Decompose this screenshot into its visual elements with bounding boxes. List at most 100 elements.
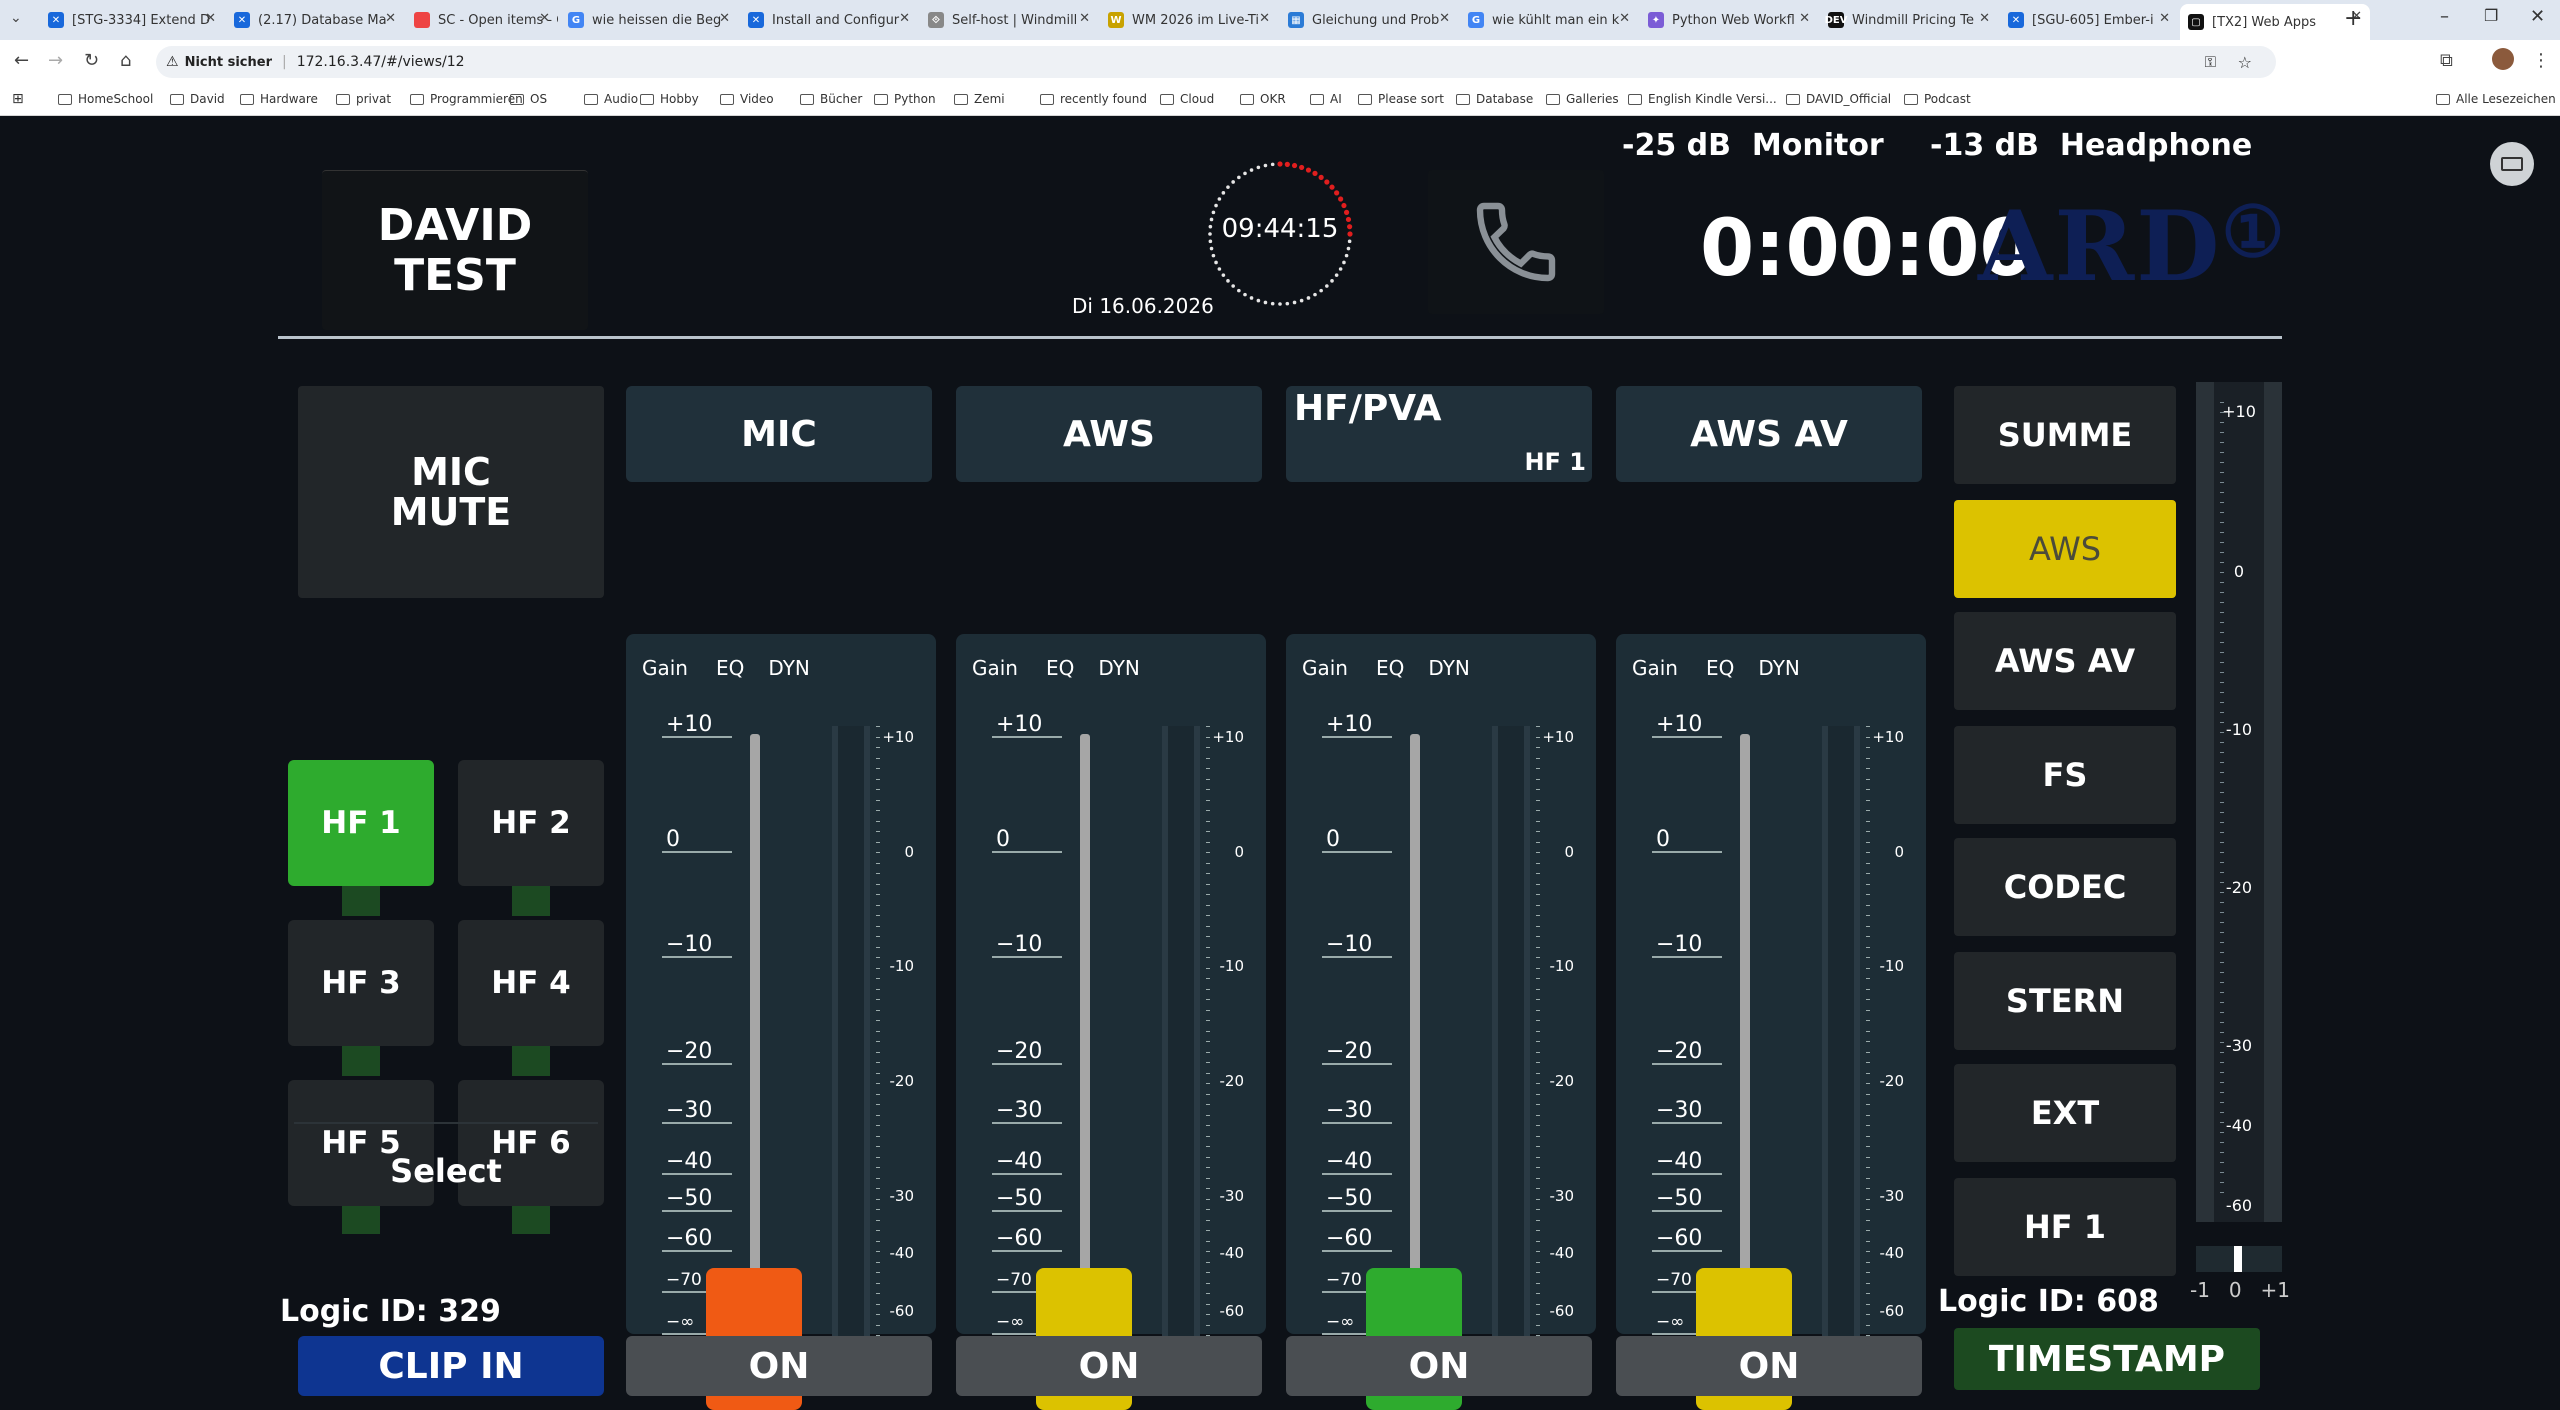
browser-tab[interactable]: ✕ [SGU-605] Ember-i ✕ [2000, 6, 2178, 34]
channel-on-button[interactable]: ON [626, 1336, 932, 1396]
tab-close-icon[interactable]: ✕ [385, 11, 396, 26]
browser-tab[interactable]: ✕ [STG-3334] Extend D ✕ [40, 6, 224, 34]
tab-close-icon[interactable]: ✕ [205, 11, 216, 26]
browser-tab[interactable]: SC - Open items - C ✕ [406, 6, 558, 34]
screen-button[interactable] [2490, 142, 2534, 186]
tab-search-icon[interactable]: ⌄ [10, 10, 22, 26]
all-bookmarks[interactable]: Alle Lesezeichen [2436, 92, 2556, 106]
source-button[interactable]: HF 1 [1954, 1178, 2176, 1276]
strip-tab-gain[interactable]: Gain [972, 656, 1018, 680]
tab-close-icon[interactable]: ✕ [719, 11, 730, 26]
strip-tab-gain[interactable]: Gain [642, 656, 688, 680]
channel-header[interactable]: AWS AV [1616, 386, 1922, 482]
browser-tab[interactable]: Gwie kühlt man ein k ✕ [1460, 6, 1638, 34]
apps-icon[interactable]: ⊞ [12, 91, 24, 107]
maximize-button[interactable]: ❐ [2484, 6, 2498, 25]
strip-tab-eq[interactable]: EQ [1046, 656, 1074, 680]
bookmark-item[interactable]: Video [720, 92, 774, 106]
tab-close-icon[interactable]: ✕ [1259, 11, 1270, 26]
hf-select-button[interactable]: HF 3 [288, 920, 434, 1046]
browser-tab[interactable]: Gwie heissen die Beg ✕ [560, 6, 738, 34]
minimize-button[interactable]: – [2440, 6, 2449, 27]
forward-icon[interactable]: → [48, 50, 63, 71]
bookmark-item[interactable]: Database [1456, 92, 1533, 106]
source-button[interactable]: AWS AV [1954, 612, 2176, 710]
profile-avatar[interactable] [2492, 48, 2514, 70]
bookmark-item[interactable]: Zemi [954, 92, 1005, 106]
hf-select-button[interactable]: HF 1 [288, 760, 434, 886]
tab-close-icon[interactable]: ✕ [1439, 11, 1450, 26]
new-tab-button[interactable]: + [2344, 6, 2362, 31]
menu-icon[interactable]: ⋮ [2532, 50, 2550, 71]
phone-button[interactable] [1428, 170, 1604, 314]
bookmark-item[interactable]: recently found [1040, 92, 1147, 106]
browser-tab[interactable]: W WM 2026 im Live-Ti ✕ [1100, 6, 1278, 34]
strip-tab-eq[interactable]: EQ [716, 656, 744, 680]
bookmark-item[interactable]: Python [874, 92, 936, 106]
strip-tab-dyn[interactable]: DYN [768, 656, 809, 680]
back-icon[interactable]: ← [14, 50, 29, 71]
browser-tab[interactable]: ⟐ Self-host | Windmill ✕ [920, 6, 1098, 34]
strip-tab-gain[interactable]: Gain [1302, 656, 1348, 680]
extensions-icon[interactable]: ⧉ [2440, 50, 2453, 71]
clip-in-button[interactable]: CLIP IN [298, 1336, 604, 1396]
bookmark-item[interactable]: AI [1310, 92, 1342, 106]
tab-close-icon[interactable]: ✕ [1619, 11, 1630, 26]
tab-close-icon[interactable]: ✕ [2159, 11, 2170, 26]
browser-tab[interactable]: DEV Windmill Pricing Te ✕ [1820, 6, 1998, 34]
tab-close-icon[interactable]: ✕ [539, 11, 550, 26]
tab-close-icon[interactable]: ✕ [1799, 11, 1810, 26]
strip-tab-eq[interactable]: EQ [1376, 656, 1404, 680]
browser-tab[interactable]: ▢ [TX2] Web Apps ✕ [2180, 4, 2370, 40]
strip-tab-eq[interactable]: EQ [1706, 656, 1734, 680]
url-field[interactable]: ⚠ Nicht sicher | 172.16.3.47/#/views/12 … [156, 46, 2276, 78]
balance-knob[interactable] [2234, 1246, 2242, 1272]
browser-tab[interactable]: ▦ Gleichung und Prob ✕ [1280, 6, 1458, 34]
bookmark-item[interactable]: English Kindle Versi... [1628, 92, 1777, 106]
bookmark-item[interactable]: privat [336, 92, 391, 106]
bookmark-item[interactable]: Audio [584, 92, 638, 106]
bookmark-item[interactable]: OS [510, 92, 547, 106]
channel-on-button[interactable]: ON [956, 1336, 1262, 1396]
bookmark-item[interactable]: Galleries [1546, 92, 1619, 106]
tab-close-icon[interactable]: ✕ [899, 11, 910, 26]
hf-select-button[interactable]: HF 4 [458, 920, 604, 1046]
strip-tab-gain[interactable]: Gain [1632, 656, 1678, 680]
strip-tab-dyn[interactable]: DYN [1428, 656, 1469, 680]
bookmark-item[interactable]: Cloud [1160, 92, 1214, 106]
bookmark-item[interactable]: Hobby [640, 92, 699, 106]
browser-tab[interactable]: ✕ Install and Configur ✕ [740, 6, 918, 34]
balance-slider[interactable] [2196, 1246, 2282, 1272]
bookmark-item[interactable]: Podcast [1904, 92, 1971, 106]
bookmark-item[interactable]: Bücher [800, 92, 862, 106]
strip-tab-dyn[interactable]: DYN [1758, 656, 1799, 680]
browser-tab[interactable]: ✦ Python Web Workfl ✕ [1640, 6, 1818, 34]
source-button[interactable]: EXT [1954, 1064, 2176, 1162]
mic-mute-button[interactable]: MIC MUTE [298, 386, 604, 598]
bookmark-item[interactable]: Programmieren [410, 92, 523, 106]
bookmark-item[interactable]: DAVID_Official [1786, 92, 1891, 106]
star-icon[interactable]: ☆ [2238, 53, 2252, 72]
bookmark-item[interactable]: OKR [1240, 92, 1286, 106]
source-button[interactable]: CODEC [1954, 838, 2176, 936]
channel-on-button[interactable]: ON [1616, 1336, 1922, 1396]
close-window-button[interactable]: ✕ [2530, 6, 2545, 27]
source-button[interactable]: FS [1954, 726, 2176, 824]
key-icon[interactable]: ⚿ [2205, 53, 2216, 71]
hf-select-button[interactable]: HF 2 [458, 760, 604, 886]
channel-header[interactable]: MIC [626, 386, 932, 482]
channel-header[interactable]: AWS [956, 386, 1262, 482]
channel-header[interactable]: HF/PVA HF 1 [1286, 386, 1592, 482]
bookmark-item[interactable]: Please sort [1358, 92, 1444, 106]
bookmark-item[interactable]: David [170, 92, 225, 106]
bookmark-item[interactable]: Hardware [240, 92, 318, 106]
reload-icon[interactable]: ↻ [84, 50, 99, 71]
source-button[interactable]: AWS [1954, 500, 2176, 598]
channel-on-button[interactable]: ON [1286, 1336, 1592, 1396]
source-button[interactable]: STERN [1954, 952, 2176, 1050]
home-icon[interactable]: ⌂ [120, 50, 131, 71]
source-button[interactable]: SUMME [1954, 386, 2176, 484]
bookmark-item[interactable]: HomeSchool [58, 92, 153, 106]
tab-close-icon[interactable]: ✕ [1979, 11, 1990, 26]
strip-tab-dyn[interactable]: DYN [1098, 656, 1139, 680]
